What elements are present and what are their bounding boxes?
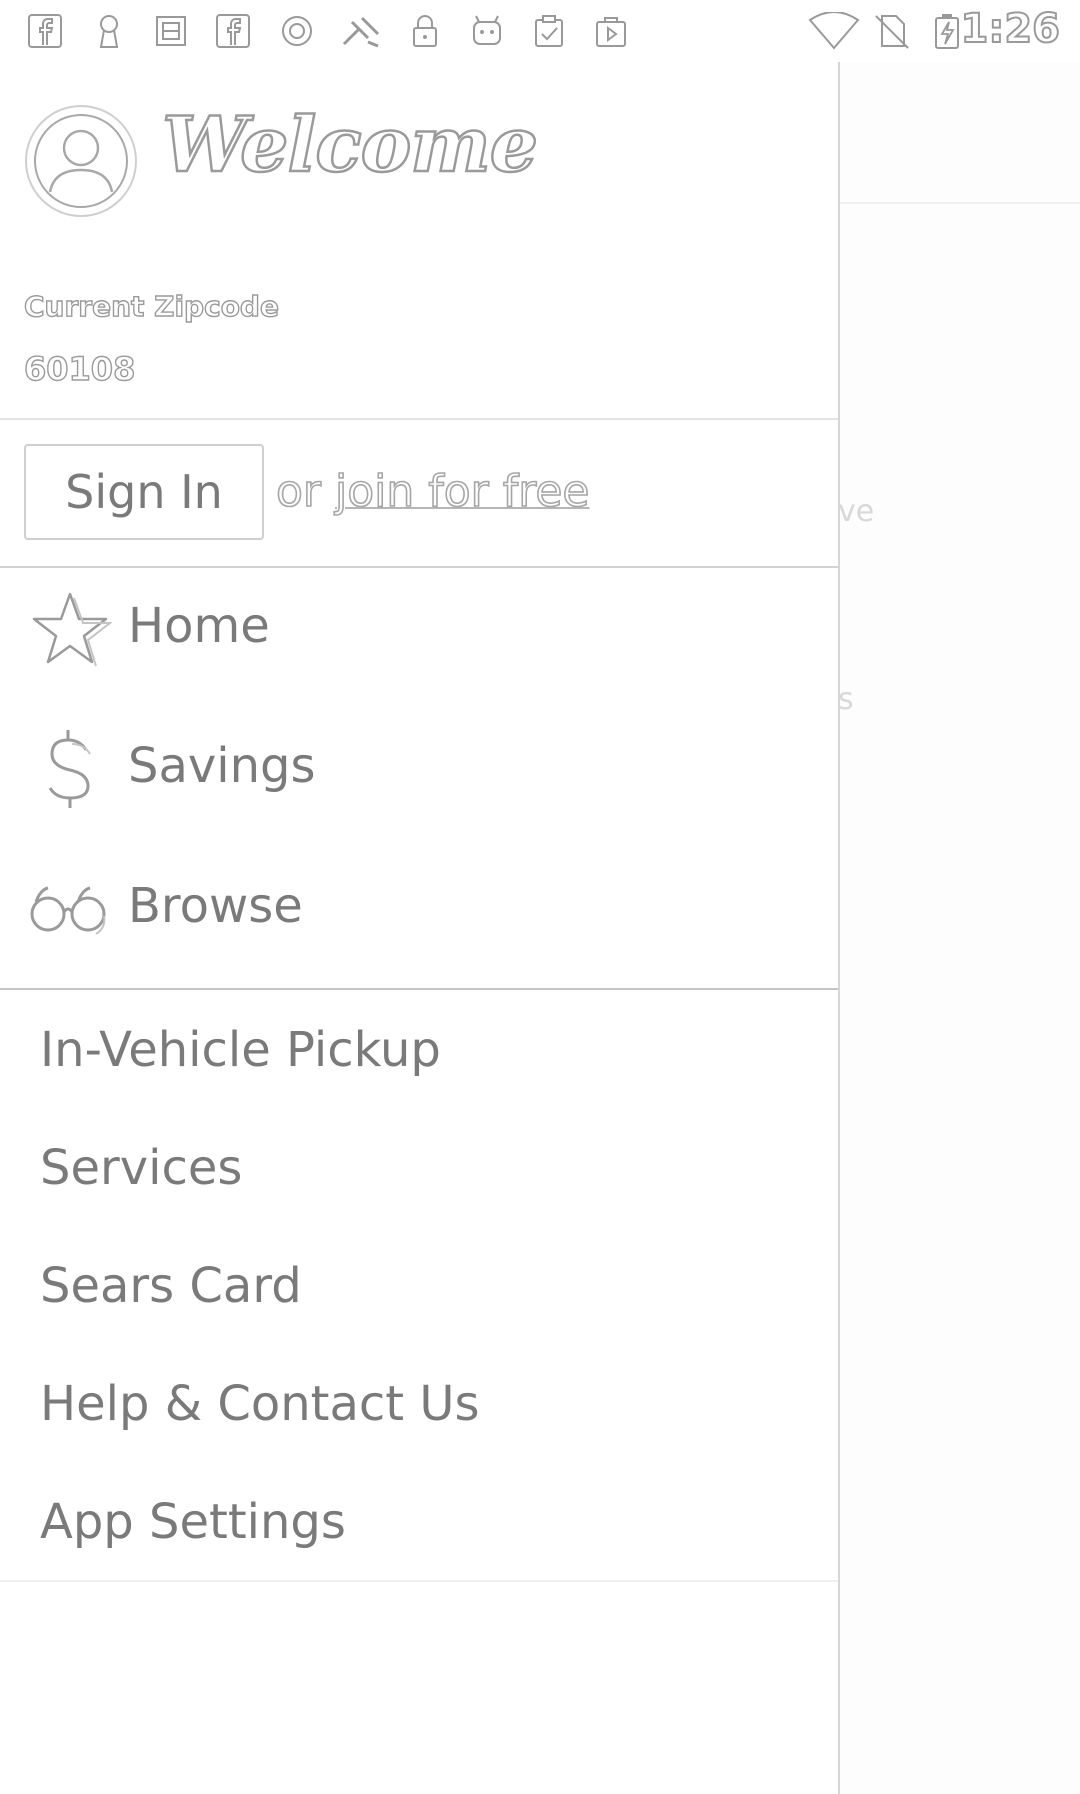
background-text-fragment: s	[838, 682, 854, 717]
fast-tool-icon	[342, 16, 380, 48]
dollar-icon	[48, 730, 91, 808]
background-text-fragment: ve	[838, 494, 875, 529]
background-app: ve s	[838, 62, 1080, 1794]
nav-item-sears-card[interactable]: Sears Card	[40, 1258, 302, 1314]
nav-item-savings[interactable]: Savings	[0, 708, 838, 828]
primary-nav: Home Savings Browse	[0, 568, 838, 990]
join-prompt: or join for free	[275, 465, 590, 518]
nav-item-services[interactable]: Services	[40, 1140, 242, 1196]
nav-item-label: Home	[128, 598, 270, 654]
or-text: or	[275, 465, 335, 518]
zipcode-label: Current Zipcode	[23, 289, 279, 323]
nav-item-home[interactable]: Home	[0, 568, 838, 688]
glasses-icon	[30, 886, 106, 935]
facebook-icon	[28, 14, 62, 48]
nav-item-help-contact[interactable]: Help & Contact Us	[40, 1376, 480, 1432]
divider	[0, 1580, 838, 1582]
join-for-free-link[interactable]: join for free	[334, 465, 590, 518]
android-icon	[473, 15, 501, 45]
clock-time: 1:26	[960, 5, 1061, 53]
zipcode-value[interactable]: 60108	[23, 349, 136, 388]
star-icon	[32, 592, 112, 667]
navigation-drawer: Welcome Current Zipcode 60108 Sign In or…	[0, 62, 840, 1794]
calendar-icon	[156, 16, 186, 46]
facebook-icon	[216, 14, 250, 48]
nav-item-in-vehicle-pickup[interactable]: In-Vehicle Pickup	[40, 1022, 441, 1078]
no-sim-icon	[875, 15, 909, 49]
clipboard-check-icon	[535, 15, 563, 47]
divider	[0, 418, 838, 420]
status-bar: 1:26	[0, 0, 1080, 63]
play-store-icon	[596, 17, 626, 47]
avatar-icon[interactable]	[24, 104, 138, 218]
nav-item-app-settings[interactable]: App Settings	[40, 1494, 346, 1550]
background-app-header	[838, 62, 1080, 204]
nav-item-browse[interactable]: Browse	[0, 848, 838, 968]
keyhole-icon	[99, 15, 119, 48]
divider	[0, 988, 838, 990]
welcome-title: Welcome	[161, 99, 540, 191]
circle-icon	[282, 16, 312, 46]
sign-in-button[interactable]: Sign In	[24, 444, 264, 540]
wifi-icon	[808, 12, 860, 50]
lock-icon	[413, 15, 437, 47]
nav-item-label: Browse	[128, 878, 303, 934]
nav-item-label: Savings	[128, 738, 316, 794]
